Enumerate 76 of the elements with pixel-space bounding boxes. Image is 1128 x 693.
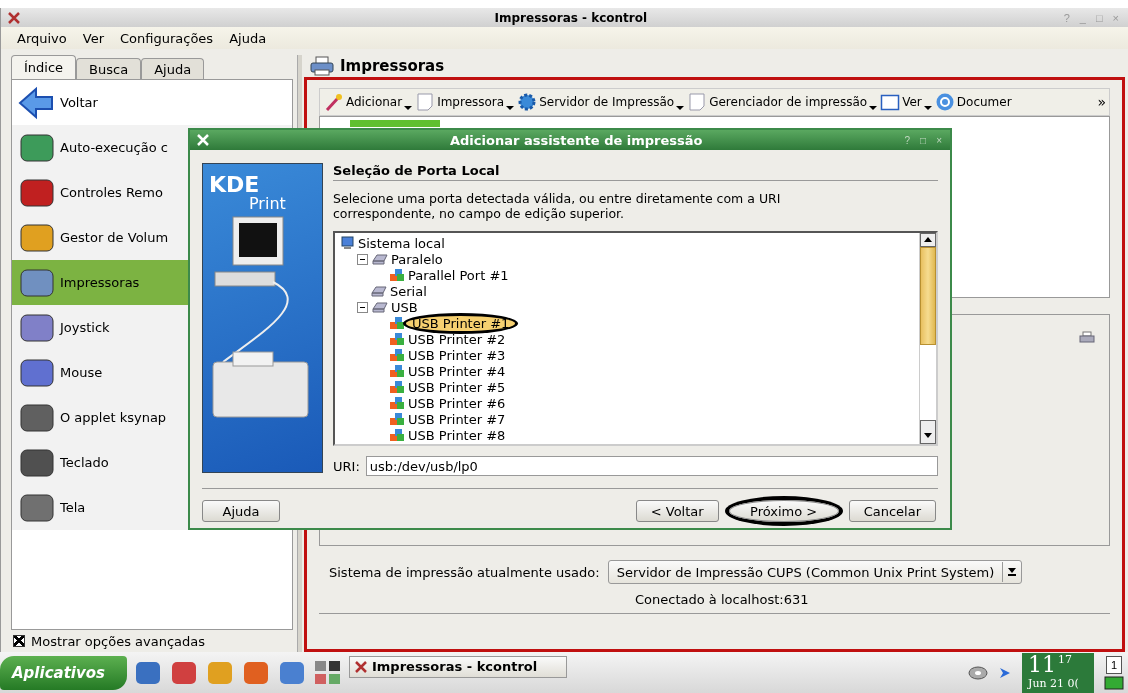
port-icon — [372, 300, 388, 314]
arrow-icon[interactable] — [998, 665, 1012, 680]
cubes-icon — [389, 348, 405, 362]
collapse-toggle[interactable] — [357, 301, 368, 313]
toolbar-button[interactable]: Gerenciador de impressão — [687, 92, 881, 112]
tree-item[interactable]: USB Printer #2 — [406, 331, 508, 347]
window-icon — [880, 92, 901, 112]
scroll-up-button[interactable] — [920, 233, 936, 247]
tree-item[interactable]: Serial — [388, 283, 429, 299]
cubes-icon — [389, 428, 405, 442]
cubes-icon — [389, 332, 405, 346]
scrollbar-thumb[interactable] — [920, 247, 936, 345]
gear-icon — [517, 92, 538, 112]
cubes-icon — [389, 268, 405, 282]
window-title: Impressoras - kcontrol — [493, 10, 649, 25]
page-heading: Seleção de Porta Local — [333, 163, 938, 181]
page-icon — [415, 92, 436, 112]
computer-icon — [339, 236, 355, 250]
wand-icon — [324, 92, 344, 112]
tab[interactable]: Busca — [76, 58, 142, 79]
cubes-icon — [389, 412, 405, 426]
description-text: Selecione uma porta detectada válida, ou entre diretamente com a URI correspondente, no campo de edição superior. — [333, 191, 782, 221]
tree-item[interactable]: USB Printer #4 — [406, 363, 508, 379]
cubes-icon — [389, 396, 405, 410]
tree-item[interactable]: USB Printer #5 — [406, 379, 508, 395]
dialog-button[interactable]: < Voltar — [635, 500, 719, 522]
collapse-toggle[interactable] — [357, 253, 368, 265]
toolbar-button[interactable]: Impressora — [415, 92, 518, 112]
print-system-dropdown[interactable]: Servidor de Impressão CUPS (Common Unix Print System) — [607, 560, 1023, 584]
tree-item[interactable]: USB Printer #7 — [406, 411, 508, 427]
page-icon — [687, 92, 708, 112]
uri-field[interactable]: usb:/dev/usb/lp0 — [365, 456, 938, 476]
panel-title: Impressoras — [340, 57, 445, 75]
toolbar-button[interactable]: Adicionar — [324, 92, 416, 112]
battery-icon — [1104, 675, 1124, 690]
tab[interactable]: Ajuda — [141, 58, 205, 79]
disc-icon[interactable] — [968, 665, 988, 680]
taskbar-task[interactable]: Impressoras - kcontrol — [348, 655, 567, 678]
toolbar-button[interactable]: Ver — [880, 92, 935, 112]
tree-item[interactable]: USB — [389, 299, 420, 315]
port-icon — [372, 252, 388, 266]
dialog-title: Adicionar assistente de impressão — [449, 132, 704, 148]
port-icon — [371, 284, 387, 298]
tree-item[interactable]: USB Printer #8 — [406, 427, 508, 443]
dialog-button[interactable]: Cancelar — [848, 500, 936, 522]
menu-item[interactable]: Ver — [82, 30, 104, 46]
tab[interactable]: Índice — [11, 55, 77, 79]
more-button[interactable]: » — [1097, 94, 1109, 110]
toolbar-button[interactable]: Documer — [934, 92, 1015, 112]
menu-item[interactable]: Arquivo — [17, 30, 67, 46]
toolbar-button[interactable]: Servidor de Impressão — [517, 92, 688, 112]
connection-status: Conectado à localhost:631 — [634, 592, 810, 607]
start-button[interactable]: Aplicativos — [0, 655, 127, 690]
cubes-icon — [389, 380, 405, 394]
scroll-down-button[interactable] — [920, 420, 936, 444]
tree-item[interactable]: USB Printer #6 — [406, 395, 508, 411]
module-icon — [18, 85, 56, 120]
printer-icon[interactable] — [1079, 331, 1095, 345]
field-label: Sistema de impressão atualmente usado: — [329, 564, 600, 580]
tree-item[interactable]: Parallel Port #1 — [406, 267, 511, 283]
checkbox[interactable] — [13, 635, 25, 647]
cubes-icon — [389, 316, 405, 330]
dialog-button[interactable]: Ajuda — [202, 500, 280, 522]
menu-item[interactable]: Configurações — [120, 30, 214, 46]
field-label: URI: — [333, 458, 360, 474]
cubes-icon — [389, 364, 405, 378]
menu-item[interactable]: Ajuda — [229, 30, 267, 46]
printer-icon — [310, 56, 334, 76]
checkbox-label: Mostrar opções avançadas — [31, 633, 205, 649]
tree-item[interactable]: USB Printer #3 — [406, 347, 508, 363]
tree-item[interactable]: Sistema local — [356, 235, 447, 251]
tree-item[interactable]: USB Printer #1 — [406, 315, 516, 331]
help-icon — [934, 92, 955, 112]
logo: KDE Print — [208, 171, 286, 212]
desktop-pager[interactable]: 1 — [1105, 655, 1123, 674]
tree-item[interactable]: Paralelo — [389, 251, 445, 267]
